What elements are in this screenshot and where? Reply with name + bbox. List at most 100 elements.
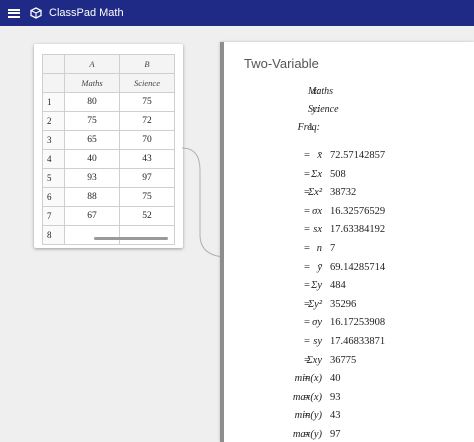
stat-value: 69.14285714 [330, 261, 386, 273]
stat-equals: = [304, 391, 310, 403]
cell-label-b[interactable]: Science [119, 73, 175, 93]
stat-value: 43 [330, 410, 341, 422]
stat-equals: = [304, 354, 310, 366]
stat-equals: = [304, 243, 310, 254]
cell-a[interactable]: 80 [64, 92, 120, 112]
stat-row: sy = 17.46833871 [224, 336, 474, 354]
classpad-logo-icon [30, 7, 42, 19]
column-header-row: A B [42, 54, 175, 74]
stat-value: 7 [330, 243, 336, 254]
stat-row: min(y) = 43 [224, 410, 474, 428]
stat-row: Σxy = 36775 [224, 355, 474, 373]
stat-value: 508 [330, 168, 346, 180]
spreadsheet-table: A B Maths Science 1 80 75 2 75 72 3 65 70 4 40 43 5 9… [42, 54, 175, 245]
cell-b[interactable]: 97 [119, 168, 175, 188]
stat-value: 38732 [330, 187, 357, 199]
column-header-a[interactable]: A [64, 54, 120, 74]
stat-equals: = [304, 317, 310, 329]
stat-equals: = [304, 187, 310, 199]
table-row: 8 [42, 225, 175, 245]
stat-row: x̄ = 72.57142857 [224, 150, 474, 168]
cell-b[interactable]: 52 [119, 206, 175, 226]
corner-cell[interactable] [42, 54, 65, 74]
horizontal-scrollbar[interactable] [94, 237, 168, 240]
row-header[interactable]: 6 [42, 187, 65, 207]
two-variable-panel: Two-Variable x: Maths y: Science Freq: 1 x̄ = 7… [220, 42, 474, 442]
cell-a[interactable]: 67 [64, 206, 120, 226]
hamburger-menu-icon[interactable] [8, 8, 20, 18]
panel-title: Two-Variable [244, 56, 319, 71]
table-row: 2 75 72 [42, 111, 175, 131]
stat-value: 36775 [330, 354, 357, 366]
stat-value: 17.46833871 [330, 336, 386, 347]
stat-equals: = [304, 336, 310, 347]
config-row: y: Science [224, 104, 474, 122]
cell-a[interactable]: 40 [64, 149, 120, 169]
row-header[interactable]: 3 [42, 130, 65, 150]
column-header-b[interactable]: B [119, 54, 175, 74]
stat-value: 484 [330, 280, 346, 292]
cell-b[interactable]: 75 [119, 92, 175, 112]
top-bar: ClassPad Math [0, 0, 474, 26]
row-header[interactable]: 1 [42, 92, 65, 112]
row-header[interactable]: 2 [42, 111, 65, 131]
config-value[interactable]: Science [308, 104, 339, 115]
stat-equals: = [304, 298, 310, 310]
stat-value: 35296 [330, 298, 357, 310]
table-row: 1 80 75 [42, 92, 175, 112]
stat-value: 72.57142857 [330, 150, 386, 161]
stat-equals: = [304, 150, 310, 161]
cell-a[interactable]: 93 [64, 168, 120, 188]
table-row: 7 67 52 [42, 206, 175, 226]
stat-row: ȳ = 69.14285714 [224, 262, 474, 280]
label-row: Maths Science [42, 73, 175, 93]
row-header[interactable]: 4 [42, 149, 65, 169]
app-title: ClassPad Math [49, 7, 124, 19]
stat-equals: = [304, 410, 310, 422]
stat-equals: = [304, 168, 310, 180]
row-header[interactable]: 8 [42, 225, 65, 245]
stat-row: max(y) = 97 [224, 429, 474, 442]
table-row: 6 88 75 [42, 187, 175, 207]
stat-equals: = [304, 205, 310, 217]
config-row: Freq: 1 [224, 121, 474, 140]
row-header-blank[interactable] [42, 73, 65, 93]
stat-row: sx = 17.63384192 [224, 224, 474, 242]
cell-a[interactable]: 65 [64, 130, 120, 150]
cell-b[interactable]: 43 [119, 149, 175, 169]
stat-row: min(x) = 40 [224, 373, 474, 391]
config-value[interactable]: 1 [308, 121, 314, 133]
stat-equals: = [304, 373, 310, 385]
stat-equals: = [304, 224, 310, 236]
stat-value: 93 [330, 391, 341, 403]
spreadsheet-panel[interactable]: A B Maths Science 1 80 75 2 75 72 3 65 70 4 40 43 5 9… [34, 44, 183, 248]
cell-label-a[interactable]: Maths [64, 73, 120, 93]
stat-row: Σy² = 35296 [224, 299, 474, 317]
stat-row: n = 7 [224, 243, 474, 261]
stat-row: Σx² = 38732 [224, 187, 474, 205]
stat-row: σx = 16.32576529 [224, 206, 474, 224]
cell-b[interactable]: 70 [119, 130, 175, 150]
stat-row: Σx = 508 [224, 169, 474, 187]
row-header[interactable]: 5 [42, 168, 65, 188]
table-row: 4 40 43 [42, 149, 175, 169]
cell-b[interactable] [119, 225, 175, 245]
table-row: 5 93 97 [42, 168, 175, 188]
config-row: x: Maths [224, 86, 474, 104]
stat-equals: = [304, 261, 310, 273]
cell-a[interactable]: 88 [64, 187, 120, 207]
cell-a[interactable]: 75 [64, 111, 120, 131]
stat-value: 17.63384192 [330, 224, 386, 236]
stat-row: max(x) = 93 [224, 392, 474, 410]
config-value[interactable]: Maths [308, 86, 333, 97]
stat-value: 16.17253908 [330, 317, 386, 329]
stat-value: 40 [330, 373, 341, 385]
cell-b[interactable]: 72 [119, 111, 175, 131]
stat-equals: = [304, 280, 310, 292]
row-header[interactable]: 7 [42, 206, 65, 226]
stat-equals: = [304, 429, 310, 440]
cell-a[interactable] [64, 225, 120, 245]
stat-value: 97 [330, 429, 341, 440]
table-row: 3 65 70 [42, 130, 175, 150]
cell-b[interactable]: 75 [119, 187, 175, 207]
